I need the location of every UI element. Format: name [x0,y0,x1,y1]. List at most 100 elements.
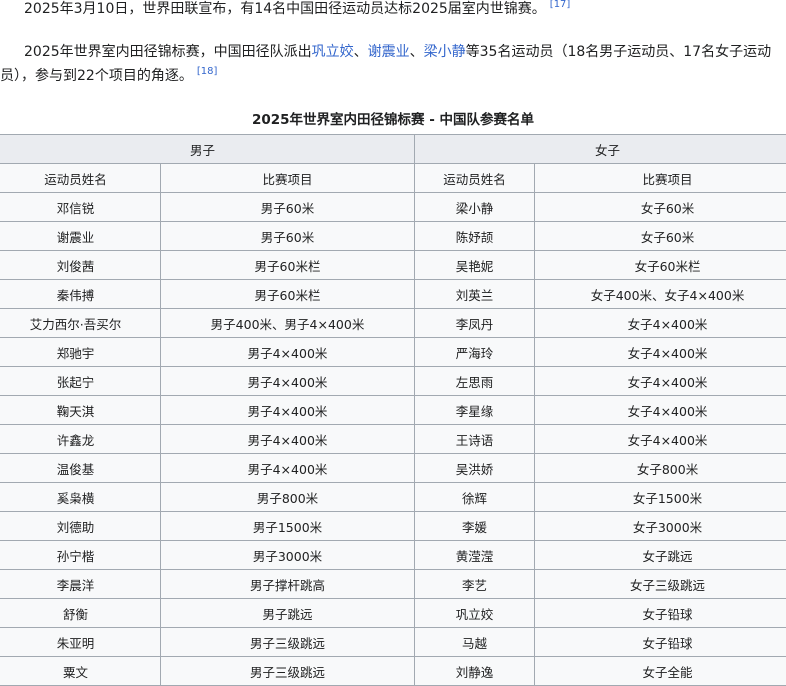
table-row: 舒衡 男子跳远 巩立姣 女子铅球 [0,598,786,628]
intro-p2-text-b: 等35名运动员（18名男子运动员、17名女子运动 [465,44,772,60]
men-athlete-name: 孙宁楷 [0,540,161,570]
women-event: 女子全能 [534,656,786,686]
women-event: 女子60米 [534,221,786,251]
men-event: 男子三级跳远 [159,627,416,657]
athlete-link-gong-lijiao[interactable]: 巩立姣 [312,44,354,60]
roster-table-body: 邓信锐 男子60米 梁小静 女子60米 谢震业 男子60米 陈妤颉 女子60米 刘俊茜 男子60米… [0,192,786,686]
men-event: 男子60米栏 [159,250,416,280]
men-athlete-name: 奚枭横 [0,482,161,512]
women-event: 女子跳远 [534,540,786,570]
table-row: 温俊基 男子4×400米 吴洪娇 女子800米 [0,453,786,483]
men-event: 男子4×400米 [159,395,416,425]
men-event: 男子3000米 [159,540,416,570]
men-event: 男子4×400米 [159,337,416,367]
women-athlete-name: 李凤丹 [414,308,536,338]
intro-p2-text-c: 员），参与到22个项目的角逐。 [0,68,193,84]
intro-p2-separator-2: 、 [409,44,424,60]
women-event: 女子4×400米 [534,395,786,425]
women-athlete-name: 严海玲 [414,337,536,367]
intro-paragraph-2-line-1: 2025年世界室内田径锦标赛，中国田径队派出巩立姣、谢震业、梁小静等35名运动员… [24,41,771,63]
women-athlete-name: 左思雨 [414,366,536,396]
men-event: 男子4×400米 [159,424,416,454]
women-event: 女子4×400米 [534,424,786,454]
table-row: 张起宁 男子4×400米 左思雨 女子4×400米 [0,366,786,396]
roster-table: 男子 女子 运动员姓名 比赛项目 运动员姓名 比赛项目 邓信锐 男子60米 梁小静女… [0,134,786,686]
athlete-link-xie-zhenye[interactable]: 谢震业 [368,44,410,60]
men-event-column-header: 比赛项目 [159,163,416,193]
women-athlete-name: 陈妤颉 [414,221,536,251]
men-event: 男子60米 [159,192,416,222]
reference-18-link[interactable]: [18] [197,66,218,77]
men-athlete-name: 张起宁 [0,366,161,396]
athlete-link-liang-xiaojing[interactable]: 梁小静 [424,44,466,60]
men-athlete-name: 李晨洋 [0,569,161,599]
men-athlete-name: 朱亚明 [0,627,161,657]
women-athlete-name: 王诗语 [414,424,536,454]
women-athlete-name: 巩立姣 [414,598,536,628]
women-event: 女子60米栏 [534,250,786,280]
men-event: 男子400米、男子4×400米 [159,308,416,338]
men-athlete-name: 粟文 [0,656,161,686]
intro-paragraph-1: 2025年3月10日，世界田联宣布，有14名中国田径运动员达标2025届室内世锦… [24,0,570,20]
table-row: 朱亚明 男子三级跳远 马越 女子铅球 [0,627,786,657]
women-event: 女子铅球 [534,627,786,657]
intro-p1-text: 2025年3月10日，世界田联宣布，有14名中国田径运动员达标2025届室内世锦… [24,1,546,17]
reference-17-link[interactable]: [17] [550,0,571,10]
women-event: 女子60米 [534,192,786,222]
men-athlete-name: 谢震业 [0,221,161,251]
women-athlete-name: 马越 [414,627,536,657]
women-event: 女子铅球 [534,598,786,628]
men-athlete-name: 鞠天淇 [0,395,161,425]
men-athlete-name: 邓信锐 [0,192,161,222]
table-row: 许鑫龙 男子4×400米 王诗语 女子4×400米 [0,424,786,454]
men-event: 男子跳远 [159,598,416,628]
men-athlete-name: 刘德助 [0,511,161,541]
women-header: 女子 [414,134,786,164]
table-row: 刘俊茜 男子60米栏 吴艳妮 女子60米栏 [0,250,786,280]
men-athlete-name: 许鑫龙 [0,424,161,454]
women-event: 女子1500米 [534,482,786,512]
women-athlete-name: 徐辉 [414,482,536,512]
table-row: 鞠天淇 男子4×400米 李星缘 女子4×400米 [0,395,786,425]
table-row: 邓信锐 男子60米 梁小静 女子60米 [0,192,786,222]
table-row: 刘德助 男子1500米 李媛 女子3000米 [0,511,786,541]
women-event: 女子4×400米 [534,366,786,396]
men-name-column-header: 运动员姓名 [0,163,161,193]
intro-p2-text-a: 2025年世界室内田径锦标赛，中国田径队派出 [24,44,312,60]
men-header: 男子 [0,134,416,164]
women-event-column-header: 比赛项目 [534,163,786,193]
table-caption: 2025年世界室内田径锦标赛 - 中国队参赛名单 [251,112,535,128]
women-event: 女子800米 [534,453,786,483]
table-row: 粟文 男子三级跳远 刘静逸 女子全能 [0,656,786,686]
women-athlete-name: 吴洪娇 [414,453,536,483]
men-athlete-name: 舒衡 [0,598,161,628]
women-event: 女子3000米 [534,511,786,541]
women-athlete-name: 刘静逸 [414,656,536,686]
women-athlete-name: 李媛 [414,511,536,541]
women-name-column-header: 运动员姓名 [414,163,536,193]
table-row: 谢震业 男子60米 陈妤颉 女子60米 [0,221,786,251]
men-athlete-name: 刘俊茜 [0,250,161,280]
women-event: 女子三级跳远 [534,569,786,599]
table-row: 李晨洋 男子撑杆跳高 李艺 女子三级跳远 [0,569,786,599]
men-event: 男子60米栏 [159,279,416,309]
table-row: 秦伟搏 男子60米栏 刘英兰 女子400米、女子4×400米 [0,279,786,309]
men-event: 男子60米 [159,221,416,251]
table-row: 郑驰宇 男子4×400米 严海玲 女子4×400米 [0,337,786,367]
men-event: 男子撑杆跳高 [159,569,416,599]
table-row: 艾力西尔·吾买尔 男子400米、男子4×400米 李凤丹 女子4×400米 [0,308,786,338]
men-event: 男子4×400米 [159,453,416,483]
men-athlete-name: 温俊基 [0,453,161,483]
women-event: 女子400米、女子4×400米 [534,279,786,309]
men-athlete-name: 艾力西尔·吾买尔 [0,308,161,338]
women-athlete-name: 黄滢滢 [414,540,536,570]
table-row: 孙宁楷 男子3000米 黄滢滢 女子跳远 [0,540,786,570]
men-athlete-name: 郑驰宇 [0,337,161,367]
men-event: 男子4×400米 [159,366,416,396]
men-event: 男子三级跳远 [159,656,416,686]
women-athlete-name: 梁小静 [414,192,536,222]
women-event: 女子4×400米 [534,308,786,338]
women-event: 女子4×400米 [534,337,786,367]
intro-paragraph-2-line-2: 员），参与到22个项目的角逐。 [18] [0,65,217,87]
women-athlete-name: 吴艳妮 [414,250,536,280]
